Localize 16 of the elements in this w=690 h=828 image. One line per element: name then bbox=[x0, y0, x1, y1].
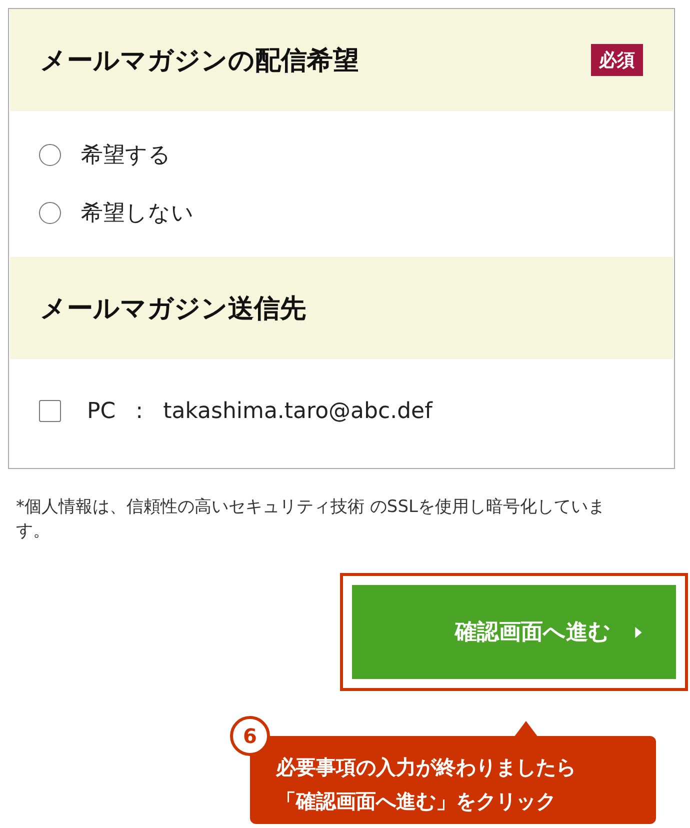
checkbox[interactable] bbox=[39, 400, 61, 422]
radio-button[interactable] bbox=[39, 202, 61, 224]
required-badge: 必須 bbox=[591, 44, 643, 76]
callout-text: 「確認画面へ進む」をクリック bbox=[276, 788, 557, 815]
email-address: takashima.taro@abc.def bbox=[163, 398, 432, 424]
section-heading: メールマガジンの配信希望 bbox=[40, 44, 359, 78]
section-heading: メールマガジン送信先 bbox=[40, 292, 306, 326]
separator: : bbox=[136, 398, 144, 424]
caret-icon bbox=[635, 626, 642, 638]
callout-text: 必要事項の入力が終わりましたら bbox=[276, 754, 577, 781]
option-label[interactable]: 希望する bbox=[81, 140, 171, 170]
radio-button[interactable] bbox=[39, 144, 61, 166]
option-label[interactable]: 希望しない bbox=[81, 198, 194, 228]
privacy-note: *個人情報は、信頼性の高いセキュリティ技術 のSSLを使用し暗号化しています。 bbox=[16, 496, 606, 543]
option-label[interactable]: PC bbox=[87, 398, 116, 424]
step-number: 6 bbox=[230, 716, 270, 756]
